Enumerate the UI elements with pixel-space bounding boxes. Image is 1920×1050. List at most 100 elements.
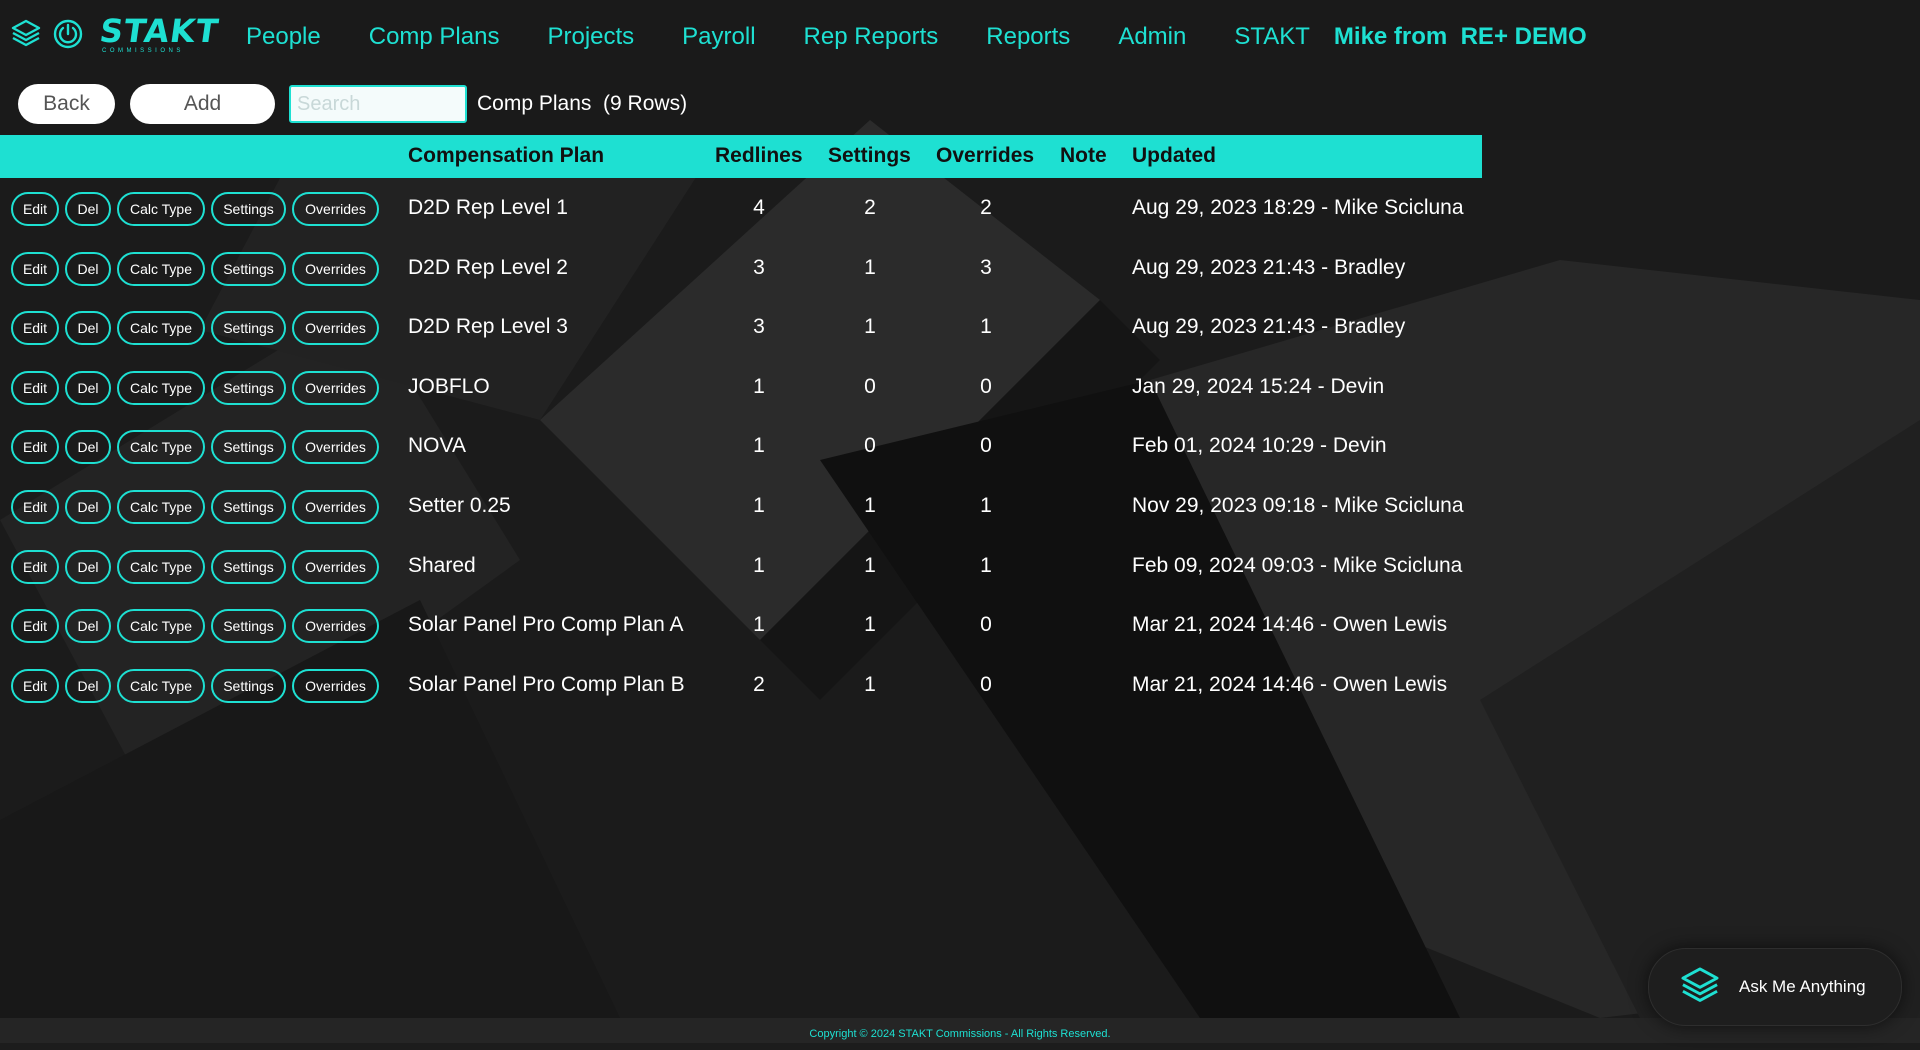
table-row: Edit Del Calc Type Settings Overrides D2D Rep… <box>0 178 1482 238</box>
calc-type-button[interactable]: Calc Type <box>117 370 205 405</box>
redlines-cell: 1 <box>753 374 765 398</box>
overrides-button[interactable]: Overrides <box>292 609 379 644</box>
column-header-note[interactable]: Note <box>1060 144 1107 168</box>
settings-cell: 1 <box>864 553 876 577</box>
settings-cell: 1 <box>864 255 876 279</box>
nav-item-people[interactable]: People <box>246 23 321 51</box>
settings-cell: 1 <box>864 672 876 696</box>
overrides-button[interactable]: Overrides <box>292 549 379 584</box>
overrides-cell: 2 <box>980 196 992 219</box>
search-input[interactable] <box>289 85 467 123</box>
main-nav: People Comp Plans Projects Payroll Rep R… <box>246 20 1587 54</box>
settings-button[interactable]: Settings <box>211 370 286 405</box>
redlines-cell: 1 <box>753 493 765 517</box>
settings-button[interactable]: Settings <box>211 549 286 584</box>
brand-logo[interactable]: STAKT COMMISSIONS <box>97 12 221 58</box>
updated-cell: Aug 29, 2023 21:43 - Bradley <box>1132 255 1406 279</box>
calc-type-button[interactable]: Calc Type <box>117 192 205 226</box>
calc-type-button[interactable]: Calc Type <box>117 549 205 584</box>
overrides-cell: 0 <box>980 672 992 696</box>
edit-button[interactable]: Edit <box>11 192 59 226</box>
column-header-compensation-plan[interactable]: Compensation Plan <box>408 144 604 168</box>
overrides-button[interactable]: Overrides <box>292 430 379 465</box>
add-button[interactable]: Add <box>130 84 275 124</box>
ask-me-anything-button[interactable]: Ask Me Anything <box>1648 948 1902 1026</box>
settings-cell: 0 <box>864 374 876 398</box>
calc-type-button[interactable]: Calc Type <box>117 609 205 644</box>
delete-button[interactable]: Del <box>65 609 111 644</box>
delete-button[interactable]: Del <box>65 311 111 346</box>
nav-item-stakt[interactable]: STAKT <box>1234 23 1310 51</box>
delete-button[interactable]: Del <box>65 489 111 524</box>
calc-type-button[interactable]: Calc Type <box>117 489 205 524</box>
edit-button[interactable]: Edit <box>11 549 59 584</box>
user-label[interactable]: Mike from RE+ DEMO <box>1334 23 1587 51</box>
edit-button[interactable]: Edit <box>11 251 59 286</box>
row-actions: Edit Del Calc Type Settings Overrides <box>11 668 385 703</box>
ask-me-anything-label: Ask Me Anything <box>1739 977 1866 996</box>
edit-button[interactable]: Edit <box>11 668 59 703</box>
settings-cell: 1 <box>864 315 876 339</box>
power-icon[interactable] <box>52 18 84 50</box>
settings-button[interactable]: Settings <box>211 192 286 226</box>
column-header-settings[interactable]: Settings <box>828 144 911 168</box>
edit-button[interactable]: Edit <box>11 311 59 346</box>
row-actions: Edit Del Calc Type Settings Overrides <box>11 192 385 226</box>
delete-button[interactable]: Del <box>65 549 111 584</box>
overrides-button[interactable]: Overrides <box>292 370 379 405</box>
calc-type-button[interactable]: Calc Type <box>117 311 205 346</box>
nav-item-projects[interactable]: Projects <box>547 23 634 51</box>
nav-item-comp-plans[interactable]: Comp Plans <box>369 23 500 51</box>
plan-name-cell: D2D Rep Level 1 <box>408 196 568 219</box>
settings-button[interactable]: Settings <box>211 251 286 286</box>
nav-item-payroll[interactable]: Payroll <box>682 23 755 51</box>
table-row: Edit Del Calc Type Settings Overrides D2D Rep… <box>0 238 1482 298</box>
page-title: Comp Plans (9 Rows) <box>477 92 688 115</box>
plan-name-cell: D2D Rep Level 2 <box>408 255 568 279</box>
overrides-button[interactable]: Overrides <box>292 489 379 524</box>
table-body: Edit Del Calc Type Settings Overrides D2D Rep… <box>0 178 1482 714</box>
row-actions: Edit Del Calc Type Settings Overrides <box>11 609 385 644</box>
redlines-cell: 4 <box>753 196 765 219</box>
overrides-cell: 3 <box>980 255 992 279</box>
calc-type-button[interactable]: Calc Type <box>117 668 205 703</box>
settings-button[interactable]: Settings <box>211 489 286 524</box>
overrides-button[interactable]: Overrides <box>292 668 379 703</box>
table-row: Edit Del Calc Type Settings Overrides D2D Rep… <box>0 297 1482 357</box>
overrides-button[interactable]: Overrides <box>292 192 379 226</box>
settings-button[interactable]: Settings <box>211 668 286 703</box>
edit-button[interactable]: Edit <box>11 430 59 465</box>
back-button[interactable]: Back <box>18 84 115 124</box>
row-actions: Edit Del Calc Type Settings Overrides <box>11 489 385 524</box>
calc-type-button[interactable]: Calc Type <box>117 251 205 286</box>
overrides-button[interactable]: Overrides <box>292 251 379 286</box>
nav-item-rep-reports[interactable]: Rep Reports <box>804 23 939 51</box>
edit-button[interactable]: Edit <box>11 370 59 405</box>
settings-button[interactable]: Settings <box>211 430 286 465</box>
nav-item-admin[interactable]: Admin <box>1118 23 1186 51</box>
table-row: Edit Del Calc Type Settings Overrides Shared 1… <box>0 536 1482 596</box>
settings-button[interactable]: Settings <box>211 609 286 644</box>
edit-button[interactable]: Edit <box>11 609 59 644</box>
table-row: Edit Del Calc Type Settings Overrides Solar P… <box>0 595 1482 655</box>
delete-button[interactable]: Del <box>65 668 111 703</box>
calc-type-button[interactable]: Calc Type <box>117 430 205 465</box>
row-actions: Edit Del Calc Type Settings Overrides <box>11 370 385 405</box>
updated-cell: Feb 09, 2024 09:03 - Mike Scicluna <box>1132 553 1463 577</box>
column-header-overrides[interactable]: Overrides <box>936 144 1034 168</box>
edit-button[interactable]: Edit <box>11 489 59 524</box>
nav-item-reports[interactable]: Reports <box>986 23 1070 51</box>
delete-button[interactable]: Del <box>65 370 111 405</box>
table-header: Compensation Plan Redlines Settings Over… <box>0 135 1482 178</box>
stack-layers-icon[interactable] <box>10 18 42 50</box>
overrides-button[interactable]: Overrides <box>292 311 379 346</box>
updated-cell: Aug 29, 2023 18:29 - Mike Scicluna <box>1132 196 1464 219</box>
column-header-updated[interactable]: Updated <box>1132 144 1216 168</box>
delete-button[interactable]: Del <box>65 251 111 286</box>
delete-button[interactable]: Del <box>65 430 111 465</box>
overrides-cell: 1 <box>980 493 992 517</box>
delete-button[interactable]: Del <box>65 192 111 226</box>
settings-button[interactable]: Settings <box>211 311 286 346</box>
plan-name-cell: D2D Rep Level 3 <box>408 315 568 339</box>
column-header-redlines[interactable]: Redlines <box>715 144 803 168</box>
